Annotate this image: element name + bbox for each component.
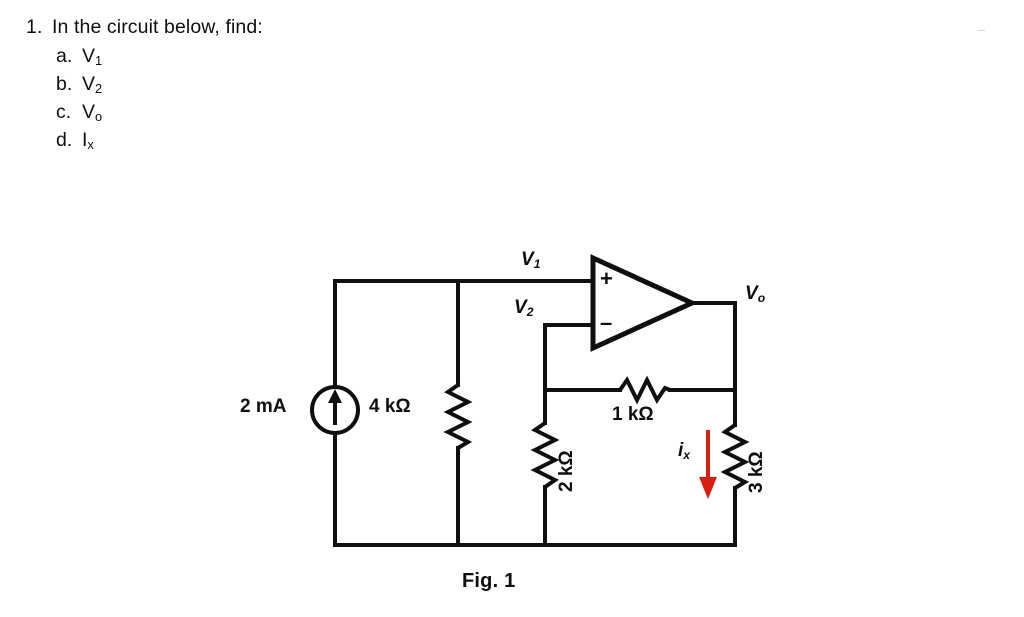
label-v2-sub: 2 [526, 305, 534, 319]
label-current-source: 2 mA [240, 396, 287, 417]
resistor-1k-symbol [618, 375, 671, 405]
resistor-4k-symbol [443, 383, 473, 450]
op-amp-plus-sign: + [600, 266, 613, 291]
label-v1-base: V [521, 249, 534, 270]
label-v2-base: V [514, 297, 527, 318]
label-vo: Vo [745, 283, 765, 305]
label-current-ix: ix [678, 440, 690, 462]
figure-caption: Fig. 1 [462, 570, 516, 592]
label-resistor-2k: 2 kΩ [556, 450, 577, 492]
label-ix-sub: x [683, 448, 691, 462]
label-vo-sub: o [757, 291, 766, 305]
current-arrow-ix [699, 430, 717, 499]
label-v1-sub: 1 [533, 257, 541, 271]
op-amp-minus-sign: – [600, 310, 613, 335]
resistor-2k-symbol [530, 421, 560, 489]
current-source-symbol [310, 385, 360, 435]
label-v2: V2 [514, 297, 533, 319]
label-vo-base: V [745, 283, 758, 304]
resistor-3k-symbol [720, 423, 750, 490]
label-resistor-1k: 1 kΩ [612, 404, 654, 425]
label-resistor-3k: 3 kΩ [746, 451, 767, 493]
page-artifact-mark [978, 30, 985, 31]
circuit-diagram [310, 254, 750, 547]
label-resistor-4k: 4 kΩ [369, 396, 411, 417]
label-v1: V1 [521, 249, 540, 271]
